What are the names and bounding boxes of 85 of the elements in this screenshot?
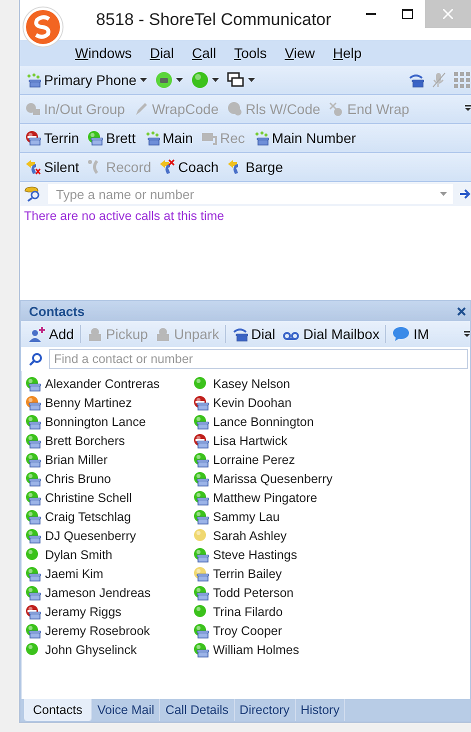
contact-name[interactable]: Brett Borchers xyxy=(45,434,125,448)
status-dropdown[interactable] xyxy=(154,71,184,89)
contact-name[interactable]: Alexander Contreras xyxy=(45,376,160,390)
microphone-icon xyxy=(432,72,446,88)
minimize-icon xyxy=(366,13,376,15)
menu-item[interactable]: Windows xyxy=(66,45,141,61)
contact-name[interactable]: Dylan Smith xyxy=(45,548,112,562)
contact-name[interactable]: Matthew Pingatore xyxy=(213,490,318,504)
phone-selector[interactable]: Primary Phone xyxy=(24,72,148,88)
caret-icon xyxy=(140,78,147,82)
silent-icon xyxy=(25,159,41,175)
dial-combobox[interactable]: Type a name or number xyxy=(48,184,453,204)
contact-name[interactable]: Jameson Jendreas xyxy=(45,586,151,600)
contact-name[interactable]: Jeremy Rosebrook xyxy=(45,624,150,638)
contact-name[interactable]: Jaemi Kim xyxy=(45,566,104,580)
overflow-icon xyxy=(465,105,471,111)
speed-dial-button[interactable]: Main xyxy=(142,130,194,146)
contact-name[interactable]: Bonnington Lance xyxy=(45,414,146,428)
coach-icon xyxy=(159,159,176,175)
panel-title: Contacts xyxy=(29,304,85,318)
caret-icon xyxy=(212,78,219,82)
contact-name[interactable]: Todd Peterson xyxy=(213,586,294,600)
contact-name[interactable]: Sarah Ashley xyxy=(213,528,287,542)
contact-name[interactable]: DJ Quesenberry xyxy=(45,528,136,542)
toolbar-button[interactable]: Silent xyxy=(24,159,80,175)
close-icon xyxy=(443,9,453,19)
calls-message: There are no active calls at this time xyxy=(23,208,226,225)
tab[interactable]: Directory xyxy=(234,699,296,721)
menu-item[interactable]: View xyxy=(276,45,324,61)
speed-dial-button[interactable]: Main Number xyxy=(252,130,357,146)
tab[interactable]: Call Details xyxy=(160,699,235,721)
contact-name[interactable]: Brian Miller xyxy=(45,452,108,466)
dial-field[interactable]: Type a name or number xyxy=(54,186,440,202)
toolbar-button[interactable]: Dial Mailbox xyxy=(281,326,380,342)
speed-dial-button[interactable]: Brett xyxy=(86,130,137,146)
contact-name[interactable]: Jeramy Riggs xyxy=(45,604,122,618)
contact-name[interactable]: Kevin Doohan xyxy=(213,396,292,410)
menu-item[interactable]: Tools xyxy=(225,45,276,61)
contact-name[interactable]: Sammy Lau xyxy=(213,510,280,524)
contact-name[interactable]: Lisa Hartwick xyxy=(213,434,288,448)
contact-name[interactable]: Christine Schell xyxy=(45,490,132,504)
dialpad-icon xyxy=(454,72,470,88)
contact-name[interactable]: Benny Martinez xyxy=(45,396,132,410)
caret-icon xyxy=(176,78,183,82)
group-icon xyxy=(25,101,41,117)
add-contact-icon xyxy=(28,326,46,342)
toolbar-button[interactable]: Coach xyxy=(158,159,220,175)
windows-dropdown[interactable] xyxy=(226,72,256,88)
contact-name[interactable]: William Holmes xyxy=(213,642,300,656)
contact-name[interactable]: Lance Bonnington xyxy=(213,414,314,428)
dropdown-icon[interactable] xyxy=(440,192,447,196)
contact-name[interactable]: Chris Bruno xyxy=(45,472,111,486)
toolbar-button[interactable]: Dial xyxy=(231,326,276,342)
contact-name[interactable]: Lorraine Perez xyxy=(213,452,295,466)
search-phone-icon xyxy=(24,186,42,202)
contact-name[interactable]: John Ghyselinck xyxy=(45,642,137,656)
overflow-icon xyxy=(464,331,470,337)
toolbar-button[interactable]: Add xyxy=(27,326,75,342)
contact-search-field[interactable]: Find a contact or number xyxy=(49,349,468,369)
status-phone-icon xyxy=(87,130,104,146)
menu-item[interactable]: Call xyxy=(182,45,226,61)
contact-name[interactable]: Trina Filardo xyxy=(213,604,283,618)
tab[interactable]: History xyxy=(296,699,346,721)
maximize-icon xyxy=(402,9,412,19)
tab[interactable]: Voice Mail xyxy=(92,699,160,721)
search-icon xyxy=(29,352,43,366)
contact-name[interactable]: Craig Tetschlag xyxy=(45,510,131,524)
window-title: 8518 - ShoreTel Communicator xyxy=(96,10,332,30)
contact-name[interactable]: Marissa Quesenberry xyxy=(213,472,332,486)
contact-name[interactable]: Steve Hastings xyxy=(213,548,298,562)
toolbar-button[interactable]: Barge xyxy=(226,159,284,175)
arrow-icon[interactable] xyxy=(459,188,471,200)
availability-dropdown[interactable] xyxy=(190,71,220,89)
tab[interactable]: Contacts xyxy=(24,699,92,721)
toolbar-button[interactable]: IM xyxy=(391,326,430,342)
chat-icon xyxy=(392,326,410,342)
status-phone-icon xyxy=(25,130,41,146)
menu-item[interactable]: Help xyxy=(324,45,371,61)
close-icon[interactable] xyxy=(457,306,466,316)
contact-name[interactable]: Kasey Nelson xyxy=(213,376,290,390)
contact-name[interactable]: Terrin Bailey xyxy=(213,566,282,580)
speed-dial-button[interactable]: Terrin xyxy=(24,130,80,146)
contact-name[interactable]: Troy Cooper xyxy=(213,624,282,638)
caret-icon xyxy=(248,78,255,82)
menu-item[interactable]: Dial xyxy=(140,45,183,61)
